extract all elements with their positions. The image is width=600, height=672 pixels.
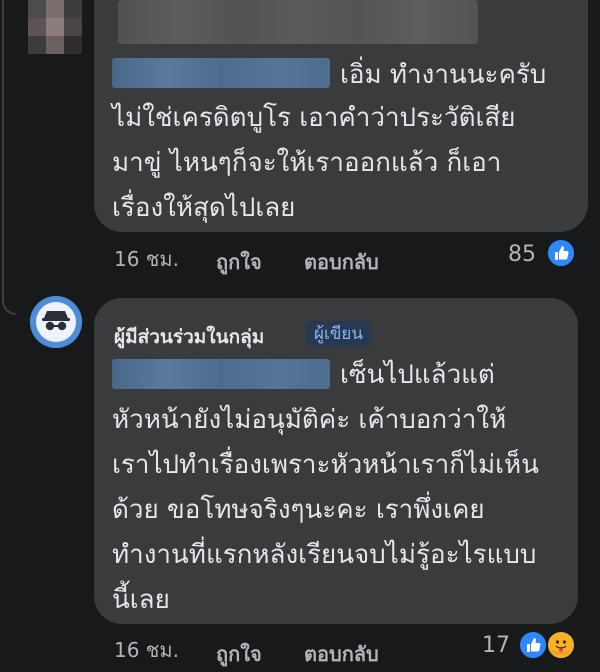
comment-text-line: ด้วย ขอโทษจริงๆนะคะ เราพึ่งเคย xyxy=(112,495,485,525)
like-reaction-icon[interactable] xyxy=(518,630,548,660)
blurred-avatar xyxy=(28,0,82,54)
comment-text-line: นี้เลย xyxy=(112,585,170,615)
author-badge: ผู้เขียน xyxy=(306,321,371,347)
comment-text-line: เราไปทำเรื่องเพราะหัวหน้าเราก็ไม่เห็น xyxy=(112,450,539,480)
reply-link[interactable]: ตอบกลับ xyxy=(304,638,379,670)
comment-text-line: หัวหน้ายังไม่อนุมัติค่ะ เค้าบอกว่าให้ xyxy=(112,405,507,435)
reaction-count[interactable]: 85 xyxy=(508,242,536,267)
like-link[interactable]: ถูกใจ xyxy=(216,246,262,278)
comment-timestamp[interactable]: 16 ชม. xyxy=(114,634,179,666)
thread-line xyxy=(2,0,16,315)
reply-link[interactable]: ตอบกลับ xyxy=(304,246,379,278)
like-link[interactable]: ถูกใจ xyxy=(216,638,262,670)
anonymous-member-avatar[interactable] xyxy=(30,296,82,348)
comment-text-line: เอิ่ม ทำงานนะครับ xyxy=(340,60,547,90)
comment-text-line: มาขู่ ไหนๆก็จะให้เราออกแล้ว ก็เอา xyxy=(112,148,502,178)
comment-timestamp[interactable]: 16 ชม. xyxy=(114,243,179,275)
like-reaction-icon[interactable] xyxy=(546,238,576,268)
comment-text-line: ทำงานที่แรกหลังเรียนจบไม่รู้อะไรแบบ xyxy=(112,540,537,570)
comment-text-line: เซ็นไปแล้วแต่ xyxy=(340,360,495,390)
comment-text-line: เรื่องให้สุดไปเลย xyxy=(112,193,296,223)
reaction-count[interactable]: 17 xyxy=(482,633,510,658)
comment-author[interactable]: ผู้มีส่วนร่วมในกลุ่ม xyxy=(114,322,264,352)
blurred-text xyxy=(118,0,478,44)
blurred-mention[interactable] xyxy=(112,58,330,88)
comment-text-line: ไม่ใช่เครดิตบูโร เอาคำว่าประวัติเสีย xyxy=(112,103,516,133)
blurred-mention[interactable] xyxy=(112,359,330,389)
care-reaction-icon[interactable] xyxy=(546,630,576,660)
